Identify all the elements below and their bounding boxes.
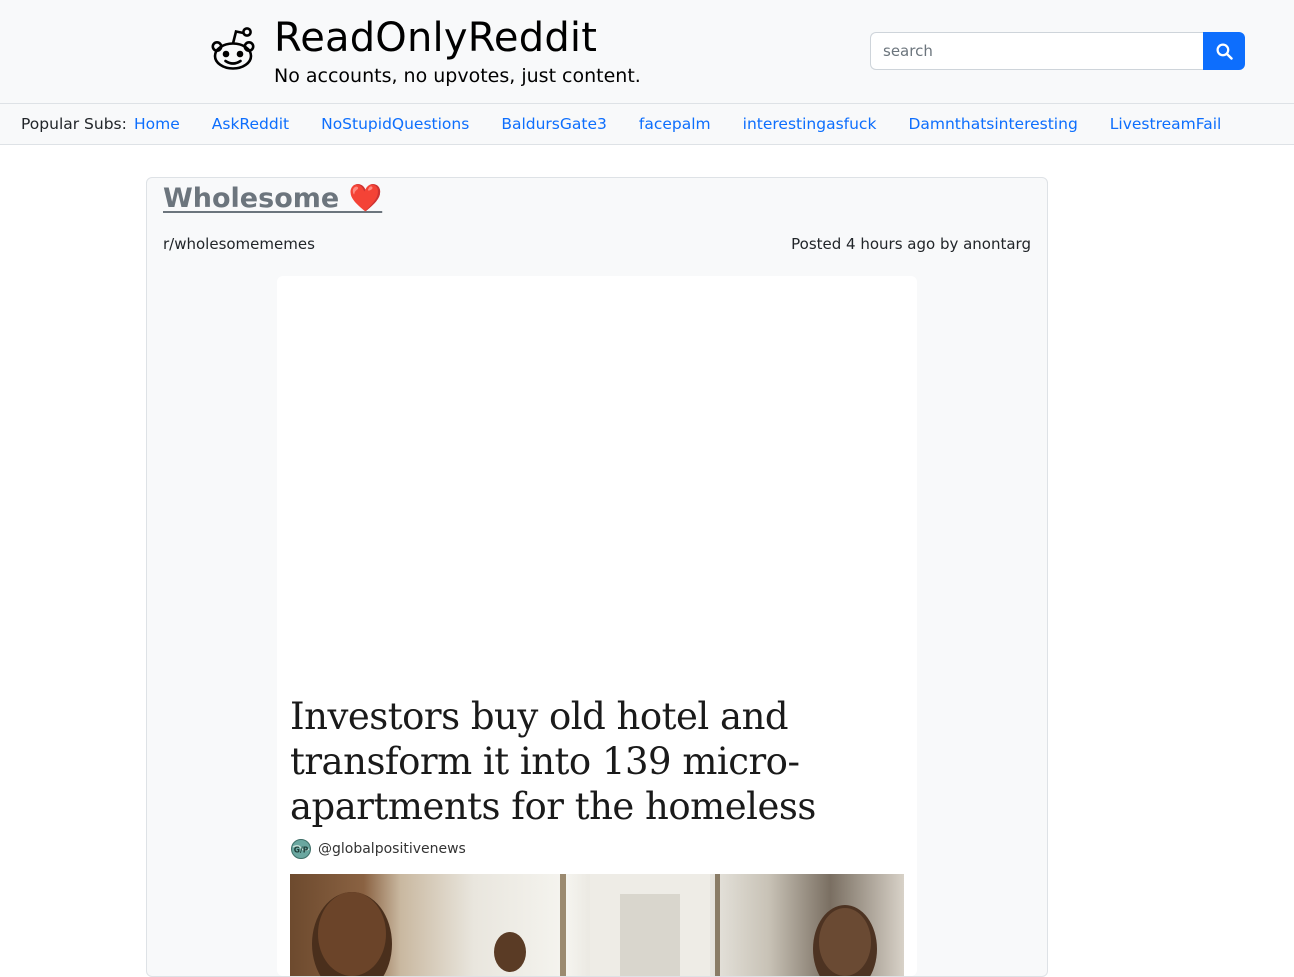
popular-subs-nav: Popular Subs: Home AskReddit NoStupidQue… <box>0 104 1294 145</box>
post-subreddit: r/wholesomememes <box>163 235 315 253</box>
source-handle: @globalpositivenews <box>318 841 466 857</box>
sub-link-askreddit[interactable]: AskReddit <box>212 115 289 133</box>
post-title[interactable]: Wholesome ❤️ <box>163 182 382 214</box>
sub-link-facepalm[interactable]: facepalm <box>639 115 711 133</box>
search-input[interactable] <box>870 32 1203 70</box>
sub-link-nostupidquestions[interactable]: NoStupidQuestions <box>321 115 469 133</box>
post-image[interactable]: Investors buy old hotel and transform it… <box>277 276 917 976</box>
popular-subs-links: Home AskReddit NoStupidQuestions Baldurs… <box>134 115 1221 133</box>
post-meta: Posted 4 hours ago by anontarg <box>791 235 1031 253</box>
sub-link-baldursgate3[interactable]: BaldursGate3 <box>501 115 607 133</box>
reddit-alien-icon[interactable] <box>209 26 257 74</box>
site-title[interactable]: ReadOnlyReddit <box>274 14 597 62</box>
sub-link-home[interactable]: Home <box>134 115 180 133</box>
sub-link-interestingasfuck[interactable]: interestingasfuck <box>743 115 877 133</box>
image-headline: Investors buy old hotel and transform it… <box>290 695 816 828</box>
popular-subs-label: Popular Subs: <box>21 115 127 133</box>
search-icon <box>1215 42 1233 60</box>
hallway-photo <box>290 874 904 976</box>
sub-link-damnthatsinteresting[interactable]: Damnthatsinteresting <box>908 115 1077 133</box>
image-source: G/P @globalpositivenews <box>290 838 466 860</box>
search-button[interactable] <box>1203 32 1245 70</box>
post-card: Wholesome ❤️ r/wholesomememes Posted 4 h… <box>146 177 1048 977</box>
site-tagline: No accounts, no upvotes, just content. <box>274 65 641 87</box>
globe-icon: G/P <box>291 839 311 859</box>
site-header: ReadOnlyReddit No accounts, no upvotes, … <box>0 0 1294 104</box>
sub-link-livestreamfail[interactable]: LivestreamFail <box>1110 115 1222 133</box>
svg-text:G/P: G/P <box>294 846 309 855</box>
